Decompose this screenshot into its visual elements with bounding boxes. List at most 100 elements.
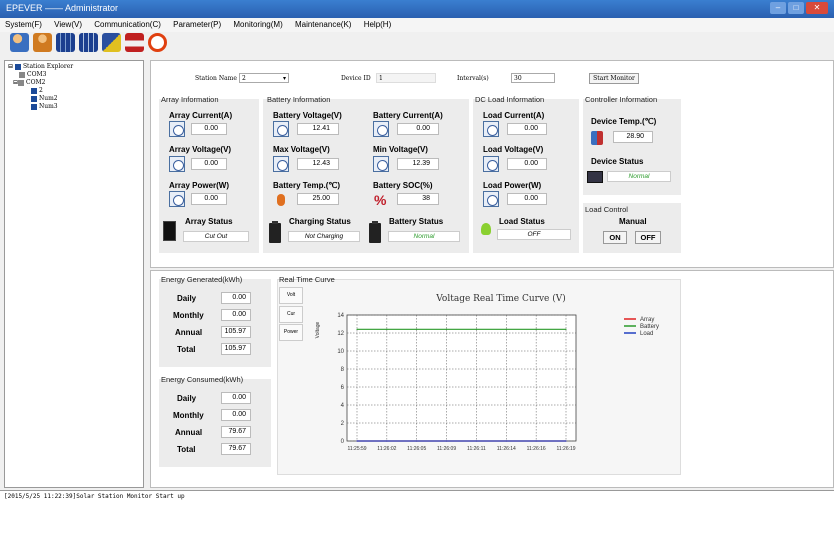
battery-status-value: Normal <box>388 231 460 242</box>
gauge-icon <box>373 121 389 137</box>
min-voltage-label: Min Voltage(V) <box>373 145 428 154</box>
gauge-icon <box>373 156 389 172</box>
data-point-load <box>505 440 507 442</box>
y-tick-label: 14 <box>337 313 344 319</box>
x-tick-label: 11:26:09 <box>437 446 456 452</box>
power-icon[interactable] <box>148 33 167 52</box>
x-tick-label: 11:26:16 <box>527 446 546 452</box>
x-tick-label: 11:26:05 <box>407 446 426 452</box>
data-point-battery <box>535 328 537 330</box>
menu-maintenance[interactable]: Maintenance(K) <box>290 18 356 31</box>
maximize-icon[interactable]: □ <box>788 2 804 14</box>
close-icon[interactable]: ✕ <box>806 2 828 14</box>
controller-icon <box>587 171 603 183</box>
minimize-icon[interactable]: – <box>770 2 786 14</box>
array-power-label: Array Power(W) <box>169 181 230 190</box>
gauge-icon <box>169 156 185 172</box>
data-point-battery <box>565 328 567 330</box>
gauge-icon <box>169 121 185 137</box>
bulb-icon <box>481 223 491 235</box>
x-tick-label: 11:26:11 <box>467 446 486 452</box>
tab-volt[interactable]: Volt <box>279 287 303 304</box>
gen-annual-value: 105.97 <box>221 326 251 338</box>
gen-total-value: 105.97 <box>221 343 251 355</box>
station-name-select[interactable]: 2 ▾ <box>239 73 289 83</box>
start-monitor-button[interactable]: Start Monitor <box>589 73 639 84</box>
battery-soc-value: 38 <box>397 193 439 205</box>
gauge-icon <box>169 191 185 207</box>
load-current-value: 0.00 <box>507 123 547 135</box>
con-monthly-label: Monthly <box>173 411 204 420</box>
percent-icon: % <box>374 192 387 208</box>
y-tick-label: 0 <box>341 439 345 445</box>
device-icon <box>31 87 37 94</box>
battery-temp-value: 25.00 <box>297 193 339 205</box>
array-status-value: Cut Out <box>183 231 249 242</box>
gen-annual-label: Annual <box>175 328 203 337</box>
realtime-title: Real Time Curve <box>279 275 335 284</box>
y-tick-label: 12 <box>337 331 344 337</box>
solar-panel-icon[interactable] <box>79 33 98 52</box>
con-total-label: Total <box>177 445 196 454</box>
device-status-value: Normal <box>607 171 671 182</box>
energy-generated-group <box>159 279 271 367</box>
load-on-button[interactable]: ON <box>603 231 627 244</box>
tree-num3[interactable]: Num3 <box>31 103 58 110</box>
menu-communication[interactable]: Communication(C) <box>89 18 166 31</box>
settings-panel-icon[interactable] <box>102 33 121 52</box>
tree-root[interactable]: ⊟ Station Explorer <box>8 63 73 70</box>
device-id-label: Device ID <box>341 75 371 82</box>
battery-icon <box>269 221 281 243</box>
solar-panel-icon[interactable] <box>56 33 75 52</box>
interval-field[interactable]: 30 <box>511 73 555 83</box>
data-point-load <box>416 440 418 442</box>
plot-area <box>346 314 577 442</box>
legend-label-load: Load <box>640 331 653 337</box>
gauge-icon <box>273 156 289 172</box>
con-total-value: 79.67 <box>221 443 251 455</box>
user-icon[interactable] <box>33 33 52 52</box>
menu-system[interactable]: System(F) <box>0 18 47 31</box>
tab-power[interactable]: Power <box>279 324 303 341</box>
battery-temp-label: Battery Temp.(℃) <box>273 181 341 190</box>
menu-help[interactable]: Help(H) <box>359 18 397 31</box>
gen-daily-value: 0.00 <box>221 292 251 304</box>
gauge-icon <box>483 156 499 172</box>
energy-consumed-group <box>159 379 271 467</box>
gauge-icon <box>483 191 499 207</box>
battery-current-label: Battery Current(A) <box>373 111 443 120</box>
station-name-label: Station Name <box>195 75 237 82</box>
con-annual-value: 79.67 <box>221 426 251 438</box>
x-tick-label: 11:26:02 <box>377 446 396 452</box>
station-name-value: 2 <box>242 75 246 82</box>
charging-status-value: Not Charging <box>288 231 360 242</box>
users-icon[interactable] <box>10 33 29 52</box>
x-tick-label: 11:26:19 <box>556 446 575 452</box>
device-id-field[interactable]: 1 <box>376 73 436 83</box>
tree-device-2[interactable]: 2 <box>31 87 43 94</box>
con-daily-label: Daily <box>177 394 197 403</box>
x-tick-label: 11:26:14 <box>497 446 516 452</box>
tab-current[interactable]: Cur <box>279 306 303 323</box>
data-point-battery <box>505 328 507 330</box>
menu-view[interactable]: View(V) <box>49 18 87 31</box>
data-point-load <box>356 440 358 442</box>
load-status-label: Load Status <box>499 217 545 226</box>
tree-com2[interactable]: ⊟ COM2 <box>13 79 46 86</box>
tree-com3[interactable]: COM3 <box>19 71 46 78</box>
printer-icon[interactable] <box>125 33 144 52</box>
interval-label: Interval(s) <box>457 75 489 82</box>
max-voltage-value: 12.43 <box>297 158 339 170</box>
load-off-button[interactable]: OFF <box>635 231 661 244</box>
battery-voltage-value: 12.41 <box>297 123 339 135</box>
data-point-battery <box>416 328 418 330</box>
con-annual-label: Annual <box>175 428 203 437</box>
load-current-label: Load Current(A) <box>483 111 545 120</box>
data-point-battery <box>356 328 358 330</box>
menu-parameter[interactable]: Parameter(P) <box>168 18 226 31</box>
gen-total-label: Total <box>177 345 196 354</box>
menu-monitoring[interactable]: Monitoring(M) <box>228 18 287 31</box>
tree-num2[interactable]: Num2 <box>31 95 58 102</box>
data-point-load <box>475 440 478 442</box>
tree-device-2-label: 2 <box>39 87 43 94</box>
